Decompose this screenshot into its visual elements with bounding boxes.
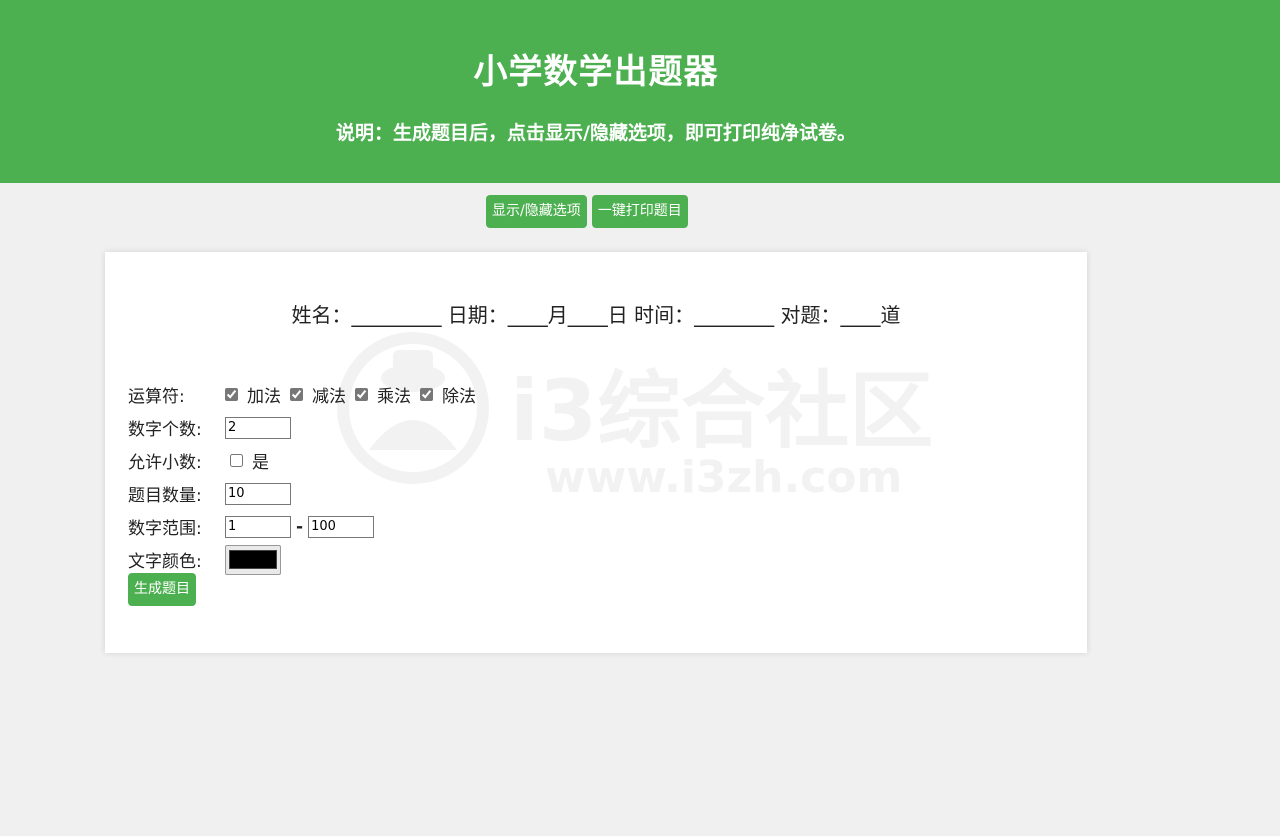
- number-count-row: 数字个数:: [128, 411, 485, 444]
- subtract-label: 减法: [312, 387, 346, 407]
- decimal-label: 允许小数:: [128, 453, 202, 473]
- page-header: 小学数学出题器 说明：生成题目后，点击显示/隐藏选项，即可打印纯净试卷。: [0, 0, 1280, 183]
- range-label: 数字范围:: [128, 519, 202, 539]
- decimal-checkbox[interactable]: [230, 454, 243, 467]
- range-row: 数字范围: -: [128, 510, 485, 543]
- decimal-row: 允许小数: 是: [128, 444, 485, 477]
- instruction-note: 说明：生成题目后，点击显示/隐藏选项，即可打印纯净试卷。: [336, 122, 856, 144]
- divide-checkbox[interactable]: [420, 388, 433, 401]
- toggle-options-button[interactable]: 显示/隐藏选项: [486, 195, 587, 228]
- question-count-row: 题目数量:: [128, 477, 485, 510]
- student-info-line: 姓名：_________ 日期：____月____日 时间：________ 对…: [291, 303, 901, 327]
- multiply-label: 乘法: [377, 387, 411, 407]
- subtract-checkbox[interactable]: [290, 388, 303, 401]
- range-max-input[interactable]: [308, 515, 375, 538]
- multiply-checkbox[interactable]: [355, 388, 368, 401]
- svg-text:i3综合社区: i3综合社区: [510, 362, 933, 460]
- range-separator: -: [296, 516, 304, 537]
- options-panel: 运算符: 加法 减法 乘法 除法 数字个数: 允许小数: 是 题目数量: 数字范…: [128, 378, 485, 576]
- operators-row: 运算符: 加法 减法 乘法 除法: [128, 378, 485, 411]
- range-min-input[interactable]: [225, 515, 291, 538]
- number-count-label: 数字个数:: [128, 420, 202, 440]
- svg-text:www.i3zh.com: www.i3zh.com: [545, 452, 902, 500]
- operators-label: 运算符:: [128, 387, 185, 407]
- question-count-input[interactable]: [225, 482, 291, 505]
- generate-button[interactable]: 生成题目: [128, 573, 196, 606]
- question-count-label: 题目数量:: [128, 486, 202, 506]
- color-row: 文字颜色:: [128, 543, 485, 576]
- number-count-input[interactable]: [225, 416, 291, 439]
- print-button[interactable]: 一键打印题目: [591, 195, 688, 228]
- toolbar: 显示/隐藏选项 一键打印题目: [486, 195, 688, 228]
- worksheet-card: i3综合社区 www.i3zh.com 姓名：_________ 日期：____…: [105, 252, 1087, 653]
- text-color-picker[interactable]: [225, 544, 281, 575]
- decimal-option-label: 是: [252, 453, 269, 473]
- page-title: 小学数学出题器: [473, 52, 719, 92]
- color-label: 文字颜色:: [128, 552, 202, 572]
- add-checkbox[interactable]: [225, 388, 238, 401]
- divide-label: 除法: [442, 387, 476, 407]
- color-swatch: [229, 550, 277, 569]
- add-label: 加法: [247, 387, 281, 407]
